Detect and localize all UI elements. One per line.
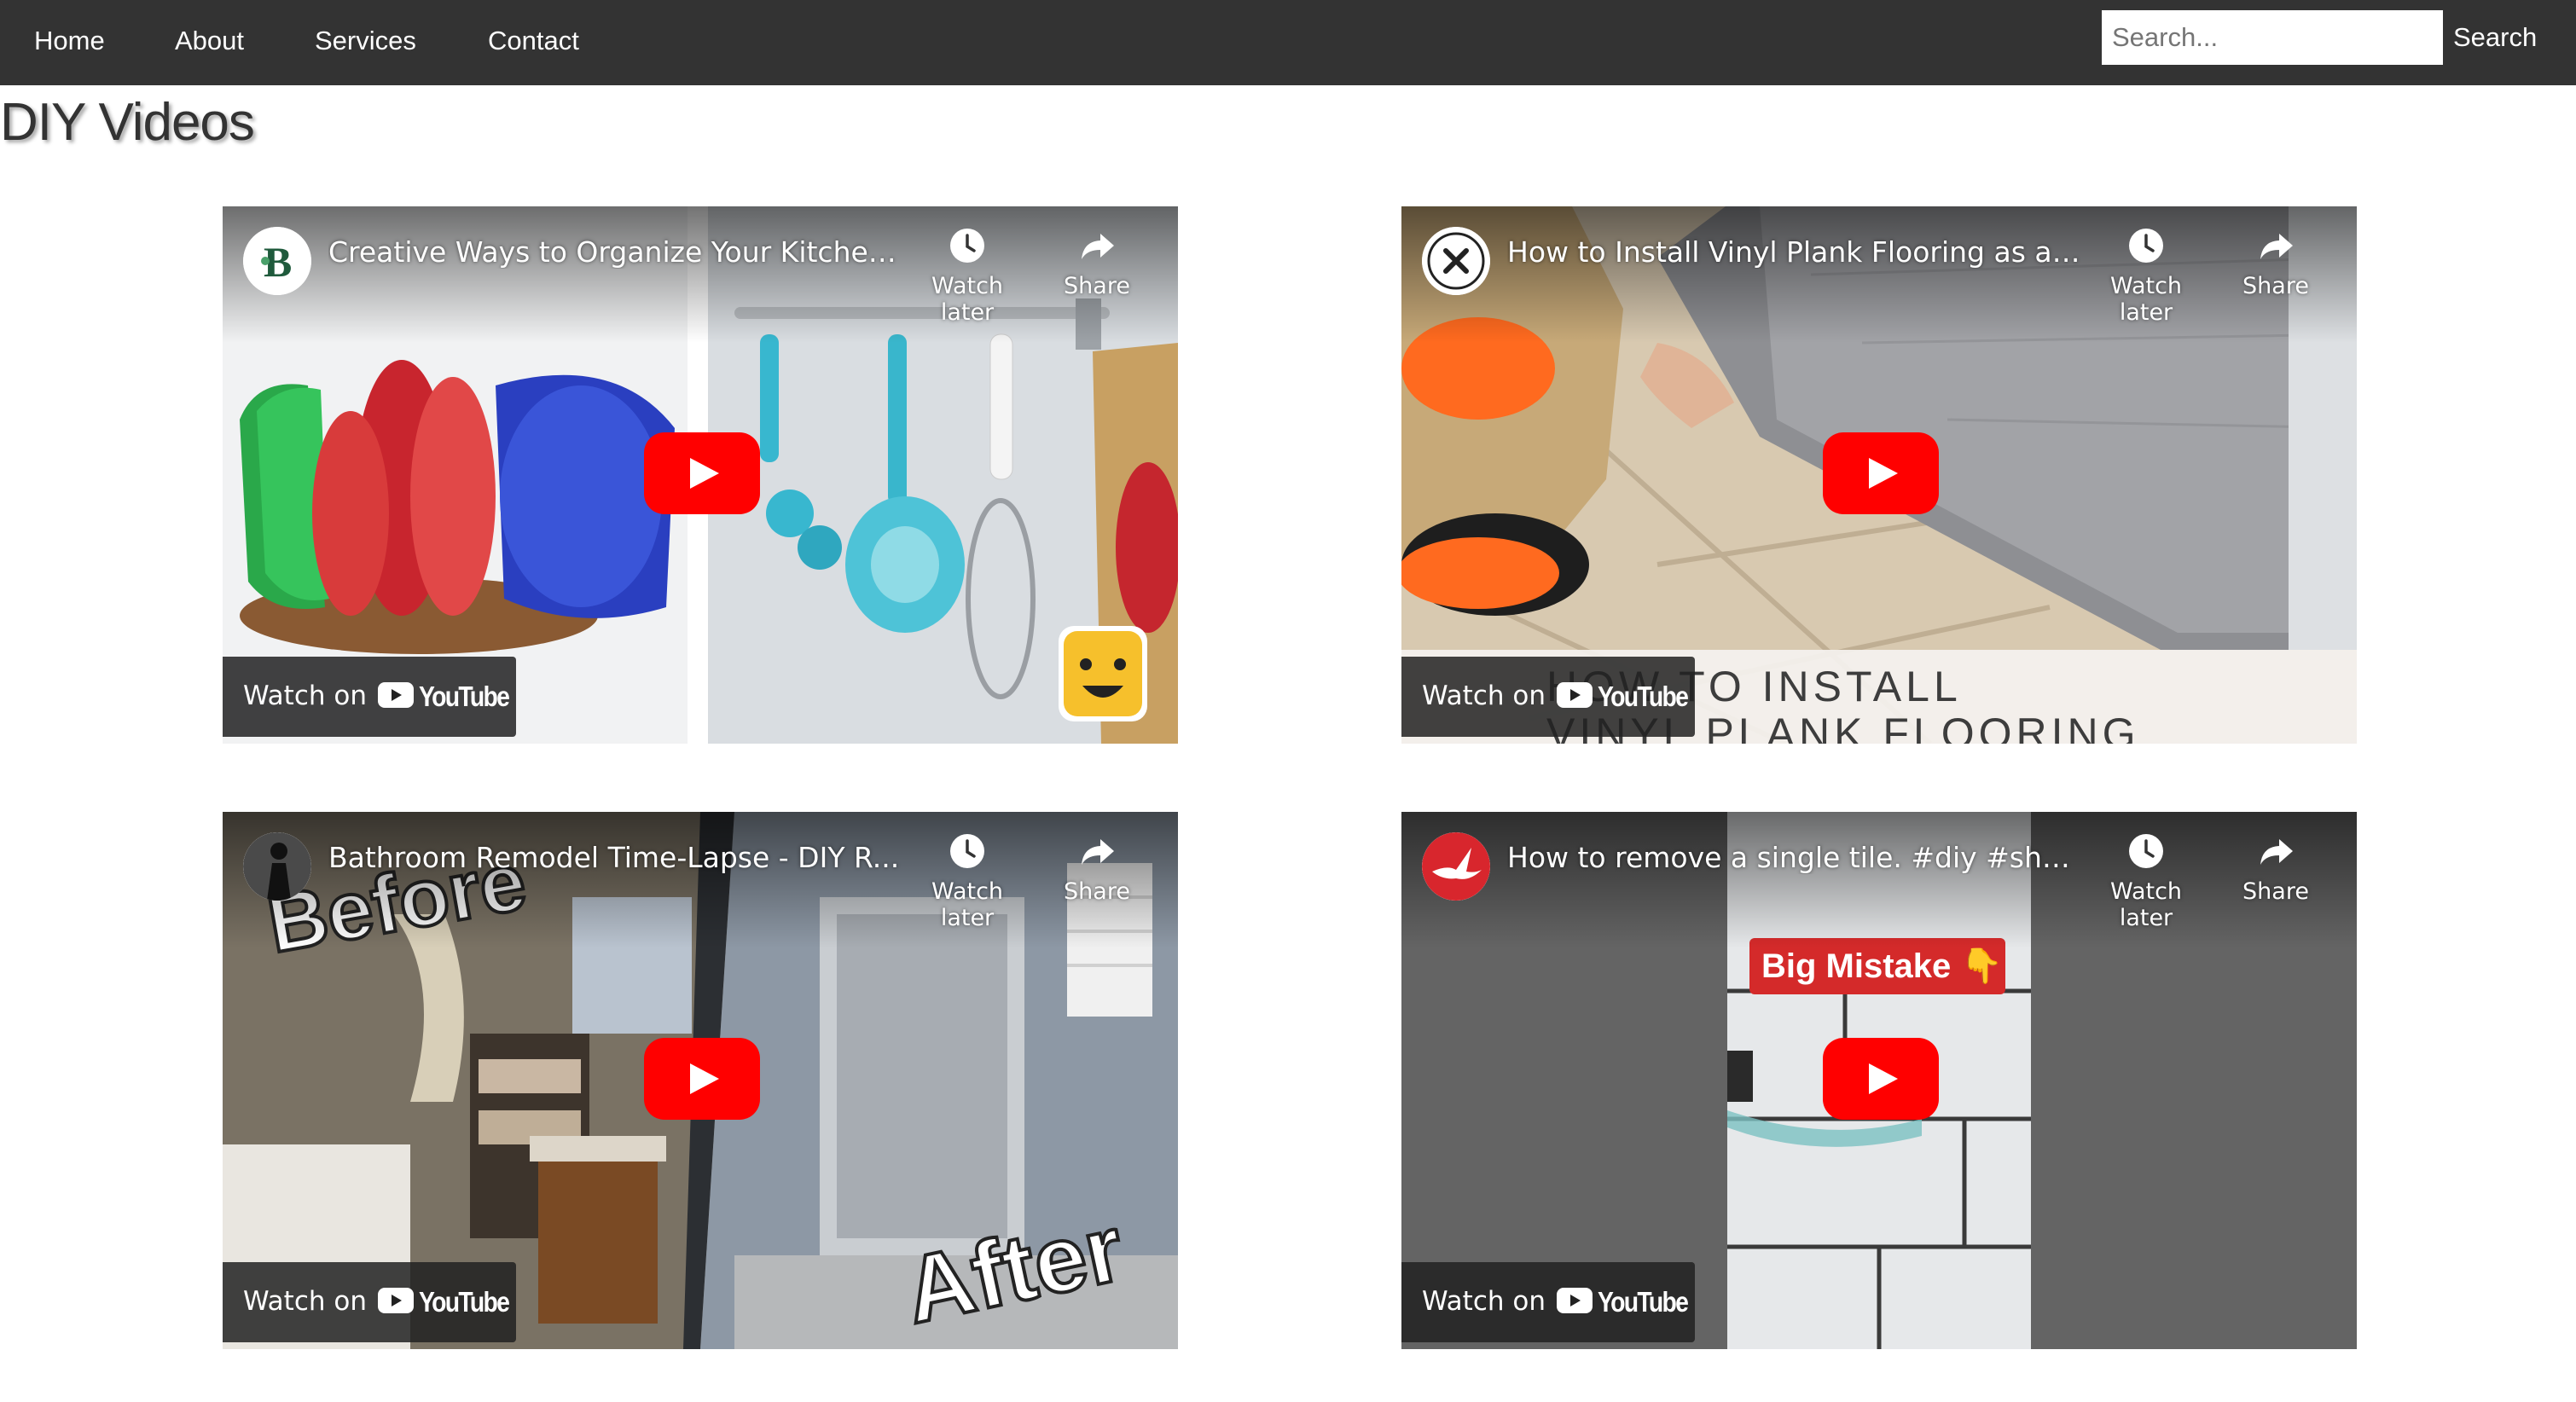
youtube-wordmark: YouTube (1598, 1286, 1689, 1318)
play-button-icon[interactable] (1823, 432, 1939, 514)
youtube-logo-icon (378, 1288, 414, 1313)
watch-later-button[interactable]: Watch later (2082, 832, 2210, 931)
play-button-icon[interactable] (644, 432, 760, 514)
leaf-b-logo-icon[interactable]: B (243, 227, 311, 295)
share-label: Share (2242, 273, 2309, 299)
clock-icon (950, 834, 984, 868)
share-button[interactable]: Share (2212, 227, 2340, 321)
youtube-wordmark: YouTube (1598, 681, 1689, 712)
play-button-icon[interactable] (1823, 1038, 1939, 1120)
clock-icon (2129, 834, 2163, 868)
share-label: Share (2242, 878, 2309, 905)
video-title[interactable]: Creative Ways to Organize Your Kitchen..… (328, 235, 908, 269)
watch-on-youtube-button[interactable]: Watch on YouTube (1401, 657, 1695, 737)
watch-later-label: Watch later (931, 878, 1004, 931)
video-embed-flooring[interactable]: HOW TO INSTALL VINYL PLANK FLOORING How … (1401, 206, 2357, 744)
video-embed-bathroom[interactable]: Before After Bathroom Remodel Time-Lapse… (223, 812, 1178, 1349)
share-button[interactable]: Share (2212, 832, 2340, 926)
person-silhouette-icon[interactable] (243, 832, 311, 901)
watch-later-label: Watch later (2109, 273, 2183, 326)
video-title[interactable]: How to Install Vinyl Plank Flooring as a… (1507, 235, 2087, 269)
watch-later-button[interactable]: Watch later (2082, 227, 2210, 326)
clock-icon (950, 229, 984, 263)
navbar: Home About Services Contact Search (0, 0, 2576, 85)
youtube-logo-icon (1557, 1288, 1593, 1313)
clock-icon (2129, 229, 2163, 263)
nav-link-about[interactable]: About (175, 0, 244, 85)
watch-later-button[interactable]: Watch later (903, 227, 1031, 326)
bird-logo-icon[interactable] (1422, 832, 1490, 901)
search-input[interactable] (2102, 10, 2443, 65)
tools-badge-icon[interactable] (1422, 227, 1490, 295)
video-title[interactable]: Bathroom Remodel Time-Lapse - DIY R... (328, 841, 908, 874)
watch-later-button[interactable]: Watch later (903, 832, 1031, 931)
youtube-logo-icon (1557, 682, 1593, 708)
thumbnail-caption: Big Mistake 👇 (1761, 947, 2003, 986)
watch-later-label: Watch later (2109, 878, 2183, 931)
watch-on-youtube-button[interactable]: Watch on YouTube (223, 1262, 516, 1342)
play-button-icon[interactable] (644, 1038, 760, 1120)
watch-on-youtube-button[interactable]: Watch on YouTube (1401, 1262, 1695, 1342)
youtube-wordmark: YouTube (419, 1286, 510, 1318)
watch-on-youtube-button[interactable]: Watch on YouTube (223, 657, 516, 737)
share-label: Share (1064, 878, 1130, 905)
watch-on-label: Watch on (243, 1286, 367, 1317)
nav-link-home[interactable]: Home (34, 0, 105, 85)
video-embed-kitchen[interactable]: B Creative Ways to Organize Your Kitchen… (223, 206, 1178, 744)
nav-link-services[interactable]: Services (315, 0, 416, 85)
share-button[interactable]: Share (1033, 227, 1161, 321)
video-title[interactable]: How to remove a single tile. #diy #shor.… (1507, 841, 2087, 874)
share-arrow-icon (2260, 234, 2293, 259)
share-button[interactable]: Share (1033, 832, 1161, 926)
share-arrow-icon (2260, 839, 2293, 865)
watch-on-label: Watch on (243, 681, 367, 711)
watch-on-label: Watch on (1422, 1286, 1546, 1317)
share-label: Share (1064, 273, 1130, 299)
search-button[interactable]: Search (2443, 10, 2547, 65)
video-embed-tile[interactable]: Big Mistake 👇 How to remove a single til… (1401, 812, 2357, 1349)
page-title: DIY Videos (0, 93, 255, 152)
nav-link-contact[interactable]: Contact (488, 0, 579, 85)
youtube-wordmark: YouTube (419, 681, 510, 712)
watch-on-label: Watch on (1422, 681, 1546, 711)
youtube-logo-icon (378, 682, 414, 708)
share-arrow-icon (1082, 839, 1114, 865)
share-arrow-icon (1082, 234, 1114, 259)
watch-later-label: Watch later (931, 273, 1004, 326)
